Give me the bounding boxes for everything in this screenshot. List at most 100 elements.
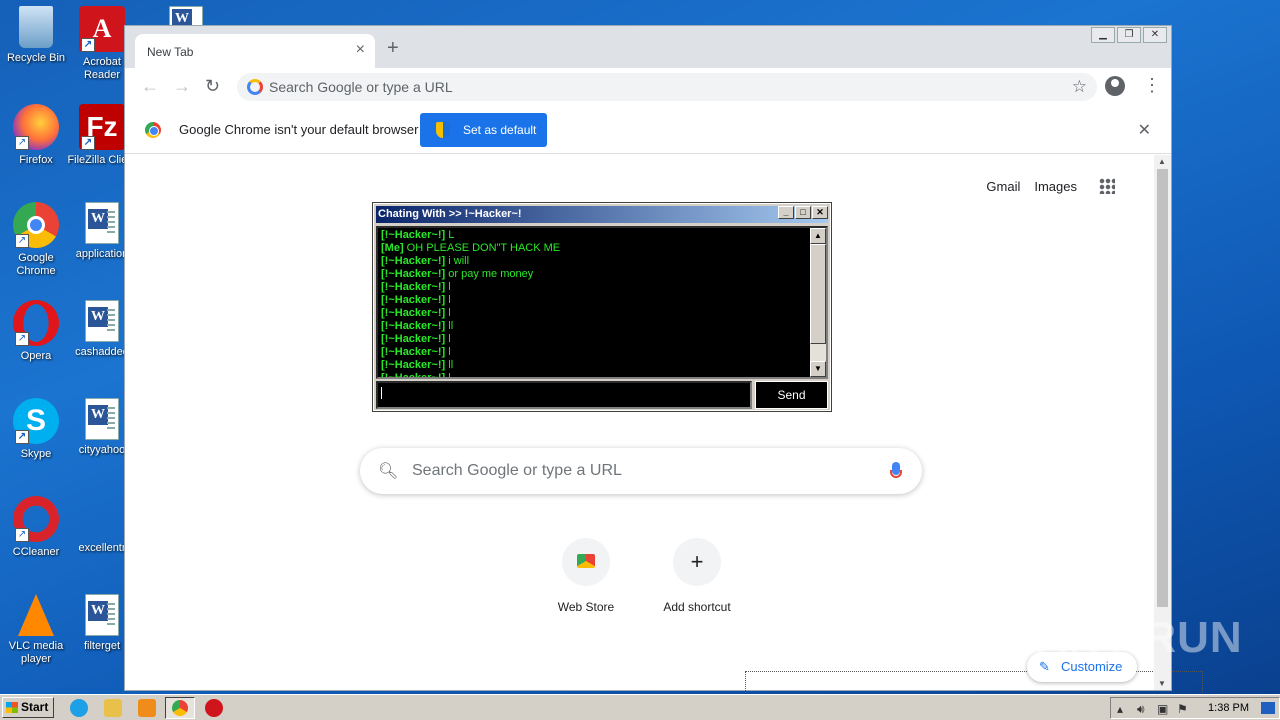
chat-scroll-up-icon[interactable]: ▲ — [810, 228, 826, 244]
tab-title: New Tab — [147, 45, 194, 59]
send-button[interactable]: Send — [755, 381, 828, 409]
address-bar[interactable]: Search Google or type a URL ☆ — [237, 73, 1097, 101]
shortcut-arrow-icon: ↗ — [15, 430, 29, 444]
chat-message-text: l — [448, 372, 451, 379]
minimize-button[interactable]: ▁ — [1091, 27, 1115, 43]
profile-avatar-icon[interactable] — [1105, 76, 1125, 96]
ccleaner-icon: ↗ — [13, 496, 59, 542]
chat-message-sender: [!~Hacker~!] — [381, 268, 446, 280]
chat-message-text: ll — [448, 320, 454, 332]
action-center-flag-icon[interactable]: ⚑ — [1177, 702, 1188, 716]
restore-button[interactable]: ❐ — [1117, 27, 1141, 43]
chat-title: Chating With >> !~Hacker~! — [376, 206, 828, 223]
start-button[interactable]: Start — [2, 697, 54, 718]
chat-message-text: OH PLEASE DON"T HACK ME — [406, 242, 561, 254]
skype-icon: S ↗ — [13, 398, 59, 444]
tab-new-tab[interactable]: New Tab × — [135, 34, 375, 68]
gmail-link[interactable]: Gmail — [986, 179, 1020, 194]
chat-message: [!~Hacker~!] ll — [381, 320, 560, 333]
chat-message-text: l — [448, 333, 451, 345]
text-caret — [381, 387, 382, 399]
desktop-icon-skype[interactable]: S ↗ Skype — [0, 398, 72, 461]
back-arrow-icon[interactable]: ← — [141, 77, 159, 95]
vlc-cone-icon — [18, 594, 54, 636]
scrollbar-thumb[interactable] — [1157, 169, 1168, 607]
new-tab-button[interactable]: + — [387, 38, 399, 58]
scroll-down-arrow-icon[interactable]: ▼ — [1158, 679, 1166, 688]
desktop-icon-recycle-bin[interactable]: Recycle Bin — [0, 6, 72, 65]
chat-message-sender: [!~Hacker~!] — [381, 333, 446, 345]
show-hidden-icons-icon[interactable]: ▴ — [1117, 702, 1123, 716]
set-as-default-button[interactable]: Set as default — [420, 113, 547, 147]
chat-minimize-button[interactable]: _ — [778, 206, 794, 219]
chat-message-sender: [!~Hacker~!] — [381, 229, 446, 241]
reload-icon[interactable]: ↻ — [205, 77, 220, 95]
tab-close-icon[interactable]: × — [356, 42, 365, 58]
set-as-default-label: Set as default — [463, 123, 537, 137]
close-window-button[interactable]: ✕ — [1143, 27, 1167, 43]
desktop-icon-google-chrome[interactable]: ↗ Google Chrome — [0, 202, 72, 278]
desktop-icon-opera[interactable]: ↗ Opera — [0, 300, 72, 363]
word-document-icon: W — [85, 202, 119, 244]
apps-grid-icon[interactable] — [1099, 178, 1115, 194]
chat-log[interactable]: [!~Hacker~!] L [Me] OH PLEASE DON"T HACK … — [376, 226, 828, 379]
network-icon[interactable]: ▣ — [1157, 702, 1168, 716]
show-desktop-icon[interactable] — [1261, 702, 1275, 714]
taskbar-chrome-button[interactable] — [165, 697, 195, 719]
page-scrollbar[interactable]: ▲ ▼ — [1154, 155, 1171, 690]
web-store-icon — [562, 538, 610, 586]
shortcut-add[interactable]: + Add shortcut — [641, 538, 753, 614]
system-tray: ▴ 🔊︎ ▣ ⚑ 1:38 PM — [1110, 697, 1280, 719]
tab-strip: New Tab × + ▁ ❐ ✕ — [125, 26, 1171, 68]
chat-message: [!~Hacker~!] l — [381, 372, 560, 379]
images-link[interactable]: Images — [1034, 179, 1077, 194]
desktop-icon-label: Opera — [20, 350, 52, 362]
word-document-icon: W — [85, 594, 119, 636]
acrobat-icon: A ↗ — [79, 6, 125, 52]
google-g-icon — [247, 79, 263, 95]
chat-message-text: L — [448, 229, 455, 241]
internet-explorer-icon[interactable] — [70, 699, 88, 717]
chat-message-sender: [!~Hacker~!] — [381, 307, 446, 319]
media-player-icon[interactable] — [138, 699, 156, 717]
shortcut-arrow-icon: ↗ — [15, 332, 29, 346]
chat-close-button[interactable]: ✕ — [812, 206, 828, 219]
chrome-icon: ↗ — [13, 202, 59, 248]
shortcut-arrow-icon: ↗ — [15, 234, 29, 248]
forward-arrow-icon[interactable]: → — [173, 77, 191, 95]
search-placeholder: Search Google or type a URL — [412, 462, 622, 479]
chat-scrollbar[interactable]: ▲ ▼ — [810, 228, 826, 377]
taskbar: Start ▴ 🔊︎ ▣ ⚑ 1:38 PM — [0, 694, 1280, 720]
chat-message: [!~Hacker~!] l — [381, 281, 560, 294]
clock[interactable]: 1:38 PM — [1208, 702, 1249, 714]
window-controls: ▁ ❐ ✕ — [1089, 27, 1167, 43]
chat-message-input[interactable] — [376, 381, 752, 409]
chat-message-sender: [!~Hacker~!] — [381, 294, 446, 306]
infobar-close-icon[interactable]: ✕ — [1138, 120, 1151, 140]
chat-window: Chating With >> !~Hacker~! _ □ ✕ [!~Hack… — [372, 202, 832, 412]
desktop-icon-firefox[interactable]: ↗ Firefox — [0, 104, 72, 167]
desktop-icon-ccleaner[interactable]: ↗ CCleaner — [0, 496, 72, 559]
infobar-message: Google Chrome isn't your default browser — [179, 122, 419, 137]
chat-maximize-button[interactable]: □ — [795, 206, 811, 219]
volume-icon[interactable]: 🔊︎ — [1137, 702, 1145, 717]
browser-toolbar: ← → ↻ Search Google or type a URL ☆ ⋮ — [125, 68, 1171, 106]
shortcut-label: Web Store — [557, 600, 615, 614]
ntp-search-box[interactable]: 🔍︎ Search Google or type a URL — [360, 448, 922, 494]
blank-document-icon — [85, 496, 119, 538]
search-icon: 🔍︎ — [378, 463, 399, 480]
chat-scroll-thumb[interactable] — [810, 244, 826, 344]
anyrun-watermark: ANY RUN — [1036, 613, 1243, 662]
shortcut-label: Add shortcut — [663, 600, 731, 614]
bookmark-star-icon[interactable]: ☆ — [1072, 77, 1087, 97]
menu-dots-icon[interactable]: ⋮ — [1143, 76, 1161, 94]
microphone-icon[interactable] — [890, 462, 902, 478]
opera-taskbar-icon[interactable] — [205, 699, 223, 717]
chat-scroll-down-icon[interactable]: ▼ — [810, 361, 826, 377]
desktop-icon-label: Firefox — [19, 154, 53, 166]
desktop-icon-vlc[interactable]: VLC media player — [0, 594, 72, 666]
shortcut-arrow-icon: ↗ — [15, 136, 29, 150]
scroll-up-arrow-icon[interactable]: ▲ — [1158, 157, 1166, 166]
file-explorer-icon[interactable] — [104, 699, 122, 717]
shortcut-web-store[interactable]: Web Store — [530, 538, 642, 614]
